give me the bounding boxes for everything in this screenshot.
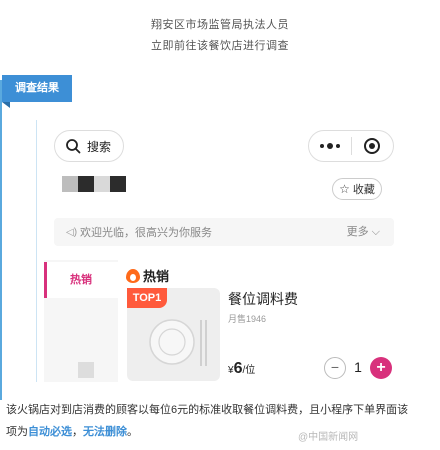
decrease-quantity-button[interactable]: − — [324, 357, 346, 379]
product-price: ¥6/位 — [228, 360, 255, 378]
close-button[interactable] — [352, 131, 394, 161]
more-dots-icon — [319, 143, 340, 149]
miniprogram-capsule — [308, 130, 394, 162]
flame-icon — [126, 268, 140, 283]
section-header-label: 热销 — [143, 269, 170, 284]
header-line-1: 翔安区市场监管局执法人员 — [151, 19, 289, 31]
search-label: 搜索 — [87, 139, 112, 154]
notice-bar[interactable]: ◁) 欢迎光临，很高兴为你服务 更多 ⌵ — [54, 218, 394, 246]
sidebar-item-hot[interactable]: 热销 — [44, 262, 118, 298]
search-button[interactable]: 搜索 — [54, 130, 124, 162]
section-header: 热销 — [126, 266, 169, 285]
store-name-mosaic — [62, 176, 126, 192]
price-unit: /位 — [242, 365, 256, 376]
caption-highlight-1: 自动必选 — [28, 426, 72, 438]
caption-line-2: 项为自动必选，无法删除。 — [6, 426, 138, 438]
guide-line — [36, 120, 37, 382]
search-icon — [66, 139, 81, 154]
header-line-2: 立即前往该餐饮店进行调查 — [151, 40, 289, 52]
increase-quantity-button[interactable]: + — [370, 357, 392, 379]
watermark: @中国新闻网 — [298, 432, 359, 443]
star-icon: ☆ — [339, 182, 350, 196]
more-button[interactable] — [309, 131, 351, 161]
quantity-value: 1 — [354, 359, 362, 375]
caption-highlight-2: 无法删除 — [83, 426, 127, 438]
tag-accent-bar — [0, 80, 2, 400]
speaker-icon: ◁) — [66, 226, 78, 238]
product-name[interactable]: 餐位调料费 — [228, 289, 298, 309]
product-sales: 月售1946 — [228, 314, 267, 324]
caption-line-1: 该火锅店对到店消费的顾客以每位6元的标准收取餐位调料费，且小程序下单界面该 — [6, 404, 409, 416]
sidebar-placeholder — [78, 362, 94, 378]
section-tag: 调查结果 — [2, 75, 72, 102]
top-badge: TOP1 — [127, 288, 167, 308]
favorite-button[interactable]: ☆ 收藏 — [332, 178, 382, 200]
target-icon — [364, 138, 381, 154]
favorite-label: 收藏 — [352, 184, 375, 196]
notice-more-link[interactable]: 更多 ⌵ — [347, 218, 380, 246]
notice-text: 欢迎光临，很高兴为你服务 — [80, 227, 213, 239]
tag-fold — [2, 102, 10, 108]
